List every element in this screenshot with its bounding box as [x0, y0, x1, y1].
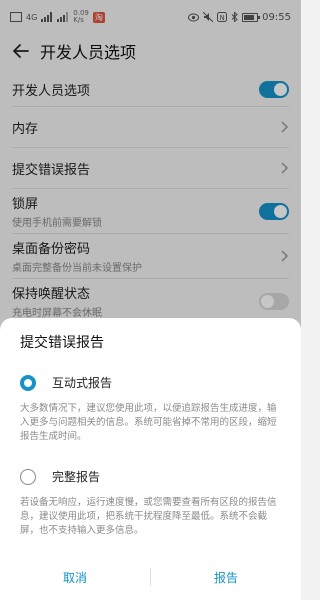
option-full-report[interactable]: 完整报告: [20, 468, 100, 485]
radio-button[interactable]: [20, 468, 36, 485]
dialog-actions: 取消 报告: [0, 560, 301, 594]
cancel-button[interactable]: 取消: [0, 569, 150, 586]
option-label: 互动式报告: [52, 376, 113, 390]
bug-report-dialog: 提交错误报告 互动式报告 大多数情况下，建议您使用此项，以便追踪报告生成进度，输…: [0, 318, 301, 600]
dialog-title: 提交错误报告: [20, 335, 104, 351]
option-description: 大多数情况下，建议您使用此项，以便追踪报告生成进度，输入更多与问题相关的信息。系…: [20, 403, 277, 442]
option-description: 若设备无响应，运行速度慢，或您需要查看所有区段的报告信息，建议使用此项，把系统干…: [20, 497, 277, 536]
report-button[interactable]: 报告: [151, 569, 301, 586]
radio-button[interactable]: [20, 374, 36, 391]
option-interactive-report[interactable]: 互动式报告: [20, 374, 112, 391]
option-label: 完整报告: [52, 470, 101, 484]
